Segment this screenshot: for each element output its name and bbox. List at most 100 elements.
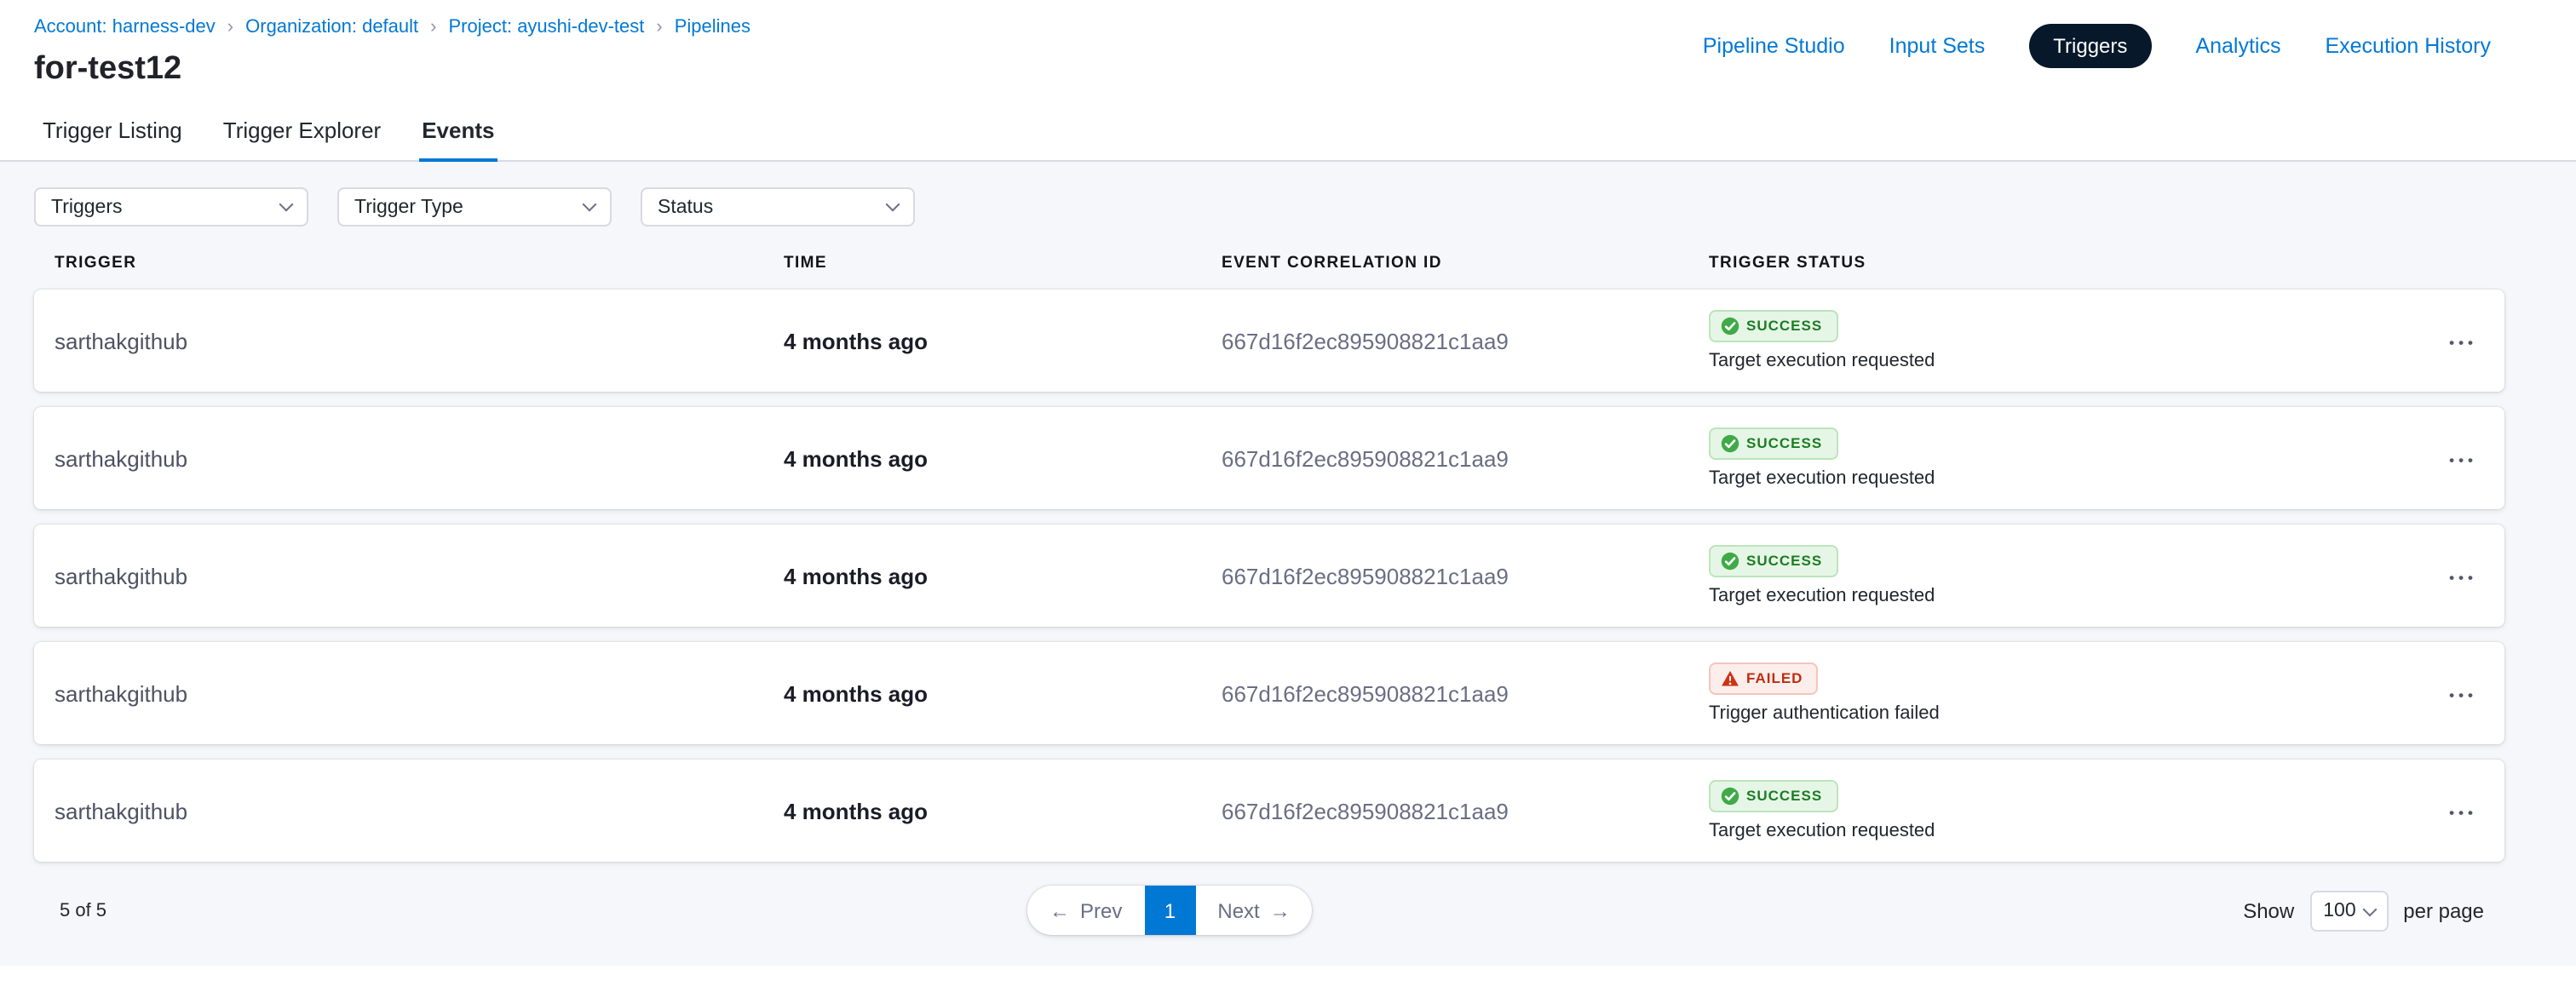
event-correlation-id: 667d16f2ec895908821c1aa9 [1222,680,1709,706]
next-page-button[interactable]: Next → [1195,886,1312,935]
tab-bar: Trigger ListingTrigger ExplorerEvents [0,102,2576,162]
row-menu-button[interactable] [2442,760,2484,862]
row-menu-button[interactable] [2442,407,2484,509]
status-label: SUCCESS [1746,552,1822,571]
status-detail: Target execution requested [1709,821,1935,841]
page-size-value: 100 [2323,901,2355,921]
table-row: sarthakgithub 4 months ago 667d16f2ec895… [34,290,2504,392]
breadcrumb-link-account[interactable]: Account: harness-dev [34,17,216,39]
breadcrumb-link-organization[interactable]: Organization: default [245,17,418,39]
show-label: Show [2243,899,2294,923]
breadcrumb-link-project[interactable]: Project: ayushi-dev-test [449,17,645,39]
tab-trigger-explorer[interactable]: Trigger Explorer [203,102,401,160]
pager: ← Prev 1 Next → [1027,886,1313,935]
table-row: sarthakgithub 4 months ago 667d16f2ec895… [34,642,2504,744]
chevron-right-icon: › [227,17,233,39]
page-size-select[interactable]: 100 [2309,891,2388,932]
prev-label: Prev [1080,898,1122,922]
status-label: FAILED [1746,669,1803,688]
trigger-name: sarthakgithub [55,445,784,471]
trigger-name: sarthakgithub [55,798,784,823]
filter-dropdown-triggers[interactable]: Triggers [34,187,308,227]
trigger-name: sarthakgithub [55,563,784,588]
table-row: sarthakgithub 4 months ago 667d16f2ec895… [34,525,2504,627]
column-header-trigger: TRIGGER [55,254,784,272]
chevron-down-icon [2362,902,2377,916]
next-label: Next [1217,898,1259,922]
status-badge: FAILED [1709,662,1818,695]
header-nav: Pipeline Studio Input Sets Triggers Analyti… [1703,22,2491,68]
filter-dropdown-trigger-type[interactable]: Trigger Type [337,187,612,227]
status-detail: Target execution requested [1709,586,1935,606]
table-row: sarthakgithub 4 months ago 667d16f2ec895… [34,407,2504,509]
breadcrumb-link-pipelines[interactable]: Pipelines [675,17,750,39]
ellipsis-icon [2449,560,2477,591]
page-size-control: Show 100 per page [2243,891,2484,932]
check-circle-icon [1721,552,1739,571]
check-circle-icon [1721,434,1739,453]
arrow-left-icon: ← [1049,898,1070,922]
ellipsis-icon [2449,795,2477,826]
column-header-time: TIME [784,254,1222,272]
trigger-status-cell: SUCCESS Target execution requested [1709,545,2402,606]
ellipsis-icon [2449,443,2477,473]
nav-item-pipeline-studio[interactable]: Pipeline Studio [1703,33,1845,57]
filter-bar: Triggers Trigger Type Status [0,158,2576,227]
row-menu-button[interactable] [2442,642,2484,744]
per-page-label: per page [2403,899,2484,923]
status-label: SUCCESS [1746,317,1822,336]
filter-dropdown-status[interactable]: Status [641,187,915,227]
chevron-right-icon: › [430,17,436,39]
tab-trigger-listing[interactable]: Trigger Listing [22,102,203,160]
nav-item-input-sets[interactable]: Input Sets [1889,33,1986,57]
nav-item-analytics[interactable]: Analytics [2195,33,2280,57]
filter-label: Triggers [51,197,123,217]
header: Account: harness-dev › Organization: defau… [0,0,2576,162]
prev-page-button[interactable]: ← Prev [1027,886,1144,935]
warning-triangle-icon [1721,669,1739,688]
event-time: 4 months ago [784,328,1222,353]
event-correlation-id: 667d16f2ec895908821c1aa9 [1222,563,1709,588]
arrow-right-icon: → [1270,898,1291,922]
event-time: 4 months ago [784,798,1222,823]
status-detail: Target execution requested [1709,351,1935,371]
nav-item-triggers[interactable]: Triggers [2029,23,2151,67]
column-header-event-correlation-id: EVENT CORRELATION ID [1222,254,1709,272]
chevron-down-icon [583,198,597,212]
trigger-status-cell: SUCCESS Target execution requested [1709,780,2402,841]
trigger-status-cell: FAILED Trigger authentication failed [1709,662,2402,724]
row-menu-button[interactable] [2442,290,2484,392]
column-header-trigger-status: TRIGGER STATUS [1709,254,2402,272]
status-badge: SUCCESS [1709,780,1837,812]
status-badge: SUCCESS [1709,427,1837,460]
filter-label: Status [658,197,713,217]
page-number-button[interactable]: 1 [1144,886,1195,935]
ellipsis-icon [2449,678,2477,708]
content: Triggers Trigger Type Status TRIGGERTIMEEV… [0,158,2576,966]
filter-label: Trigger Type [354,197,463,217]
status-badge: SUCCESS [1709,545,1837,577]
row-menu-button[interactable] [2442,525,2484,627]
status-label: SUCCESS [1746,434,1822,453]
status-label: SUCCESS [1746,787,1822,806]
tab-events[interactable]: Events [401,102,515,160]
event-time: 4 months ago [784,445,1222,471]
trigger-status-cell: SUCCESS Target execution requested [1709,427,2402,489]
event-correlation-id: 667d16f2ec895908821c1aa9 [1222,445,1709,471]
table-body: sarthakgithub 4 months ago 667d16f2ec895… [34,290,2504,862]
table-row: sarthakgithub 4 months ago 667d16f2ec895… [34,760,2504,862]
trigger-name: sarthakgithub [55,680,784,706]
trigger-name: sarthakgithub [55,328,784,353]
ellipsis-icon [2449,325,2477,356]
page-summary: 5 of 5 [60,901,106,921]
nav-item-execution-history[interactable]: Execution History [2325,33,2491,57]
status-detail: Trigger authentication failed [1709,703,1940,724]
table-header: TRIGGERTIMEEVENT CORRELATION IDTRIGGER S… [34,254,2504,272]
status-badge: SUCCESS [1709,310,1837,342]
pagination: 5 of 5 ← Prev 1 Next → Show 100 per pa [0,886,2576,937]
trigger-status-cell: SUCCESS Target execution requested [1709,310,2402,371]
check-circle-icon [1721,787,1739,806]
page: Account: harness-dev › Organization: defau… [0,0,2576,998]
status-detail: Target execution requested [1709,468,1935,489]
event-time: 4 months ago [784,680,1222,706]
